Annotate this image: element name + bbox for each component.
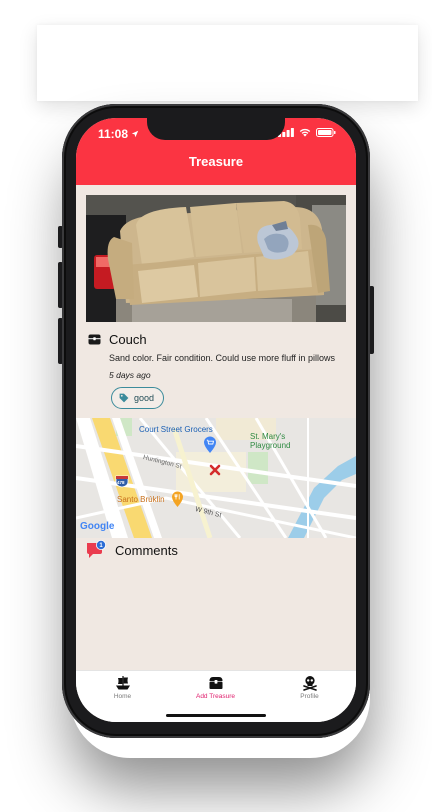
- tab-add-treasure-label: Add Treasure: [195, 693, 236, 700]
- tab-add-treasure[interactable]: Add Treasure: [169, 675, 262, 700]
- treasure-photo[interactable]: [86, 195, 346, 322]
- location-arrow-icon: [131, 130, 139, 138]
- wifi-icon: [299, 128, 311, 137]
- tag-icon: [119, 393, 129, 403]
- tab-profile-label: Profile: [300, 693, 319, 700]
- google-attribution-logo: Google: [80, 521, 115, 532]
- tab-profile[interactable]: Profile: [263, 675, 356, 700]
- bottom-tab-bar: Home Add Treasure Profile: [76, 670, 356, 722]
- tag-chip-good[interactable]: good: [111, 387, 165, 409]
- battery-icon: [316, 128, 336, 137]
- shopping-cart-pin-icon: [204, 436, 216, 453]
- stage: 11:08 Treasure Couch Sand color. Fair co…: [0, 0, 432, 812]
- skull-crossbones-icon: [302, 676, 317, 691]
- restaurant-pin-icon: [172, 491, 183, 507]
- pirate-ship-icon: [115, 676, 130, 690]
- comments-bubble-icon: 1: [87, 540, 106, 558]
- map-label-restaurant: Santo Brúklin: [117, 495, 165, 504]
- item-description: Sand color. Fair condition. Could use mo…: [109, 353, 335, 363]
- tab-home[interactable]: Home: [76, 675, 169, 700]
- item-title-row: Couch: [88, 332, 147, 347]
- map-label-grocer: Court Street Grocers: [139, 425, 213, 434]
- home-indicator[interactable]: [166, 714, 266, 717]
- tag-label: good: [134, 393, 155, 403]
- comments-header[interactable]: 1 Comments: [86, 540, 178, 560]
- treasure-chest-icon: [88, 334, 101, 345]
- item-title: Couch: [109, 332, 147, 347]
- location-marker-x-icon: [209, 464, 221, 476]
- top-banner: [37, 25, 418, 101]
- treasure-chest-tab-icon: [209, 677, 222, 689]
- page-title: Treasure: [188, 154, 244, 169]
- comments-label: Comments: [115, 542, 178, 558]
- location-map[interactable]: 478 Court Street Grocers St. Mary's Play…: [76, 418, 356, 538]
- item-posted-ago: 5 days ago: [109, 370, 151, 380]
- status-time: 11:08: [98, 127, 139, 141]
- app-screen: 11:08 Treasure Couch Sand color. Fair co…: [76, 118, 356, 722]
- status-icons: [278, 128, 336, 137]
- highway-shield-label: 478: [117, 480, 125, 485]
- notch: [147, 118, 285, 140]
- couch-photo-illustration: [86, 195, 346, 322]
- map-label-playground: St. Mary's Playground: [250, 432, 291, 450]
- status-time-text: 11:08: [98, 127, 129, 141]
- tab-home-label: Home: [113, 693, 132, 700]
